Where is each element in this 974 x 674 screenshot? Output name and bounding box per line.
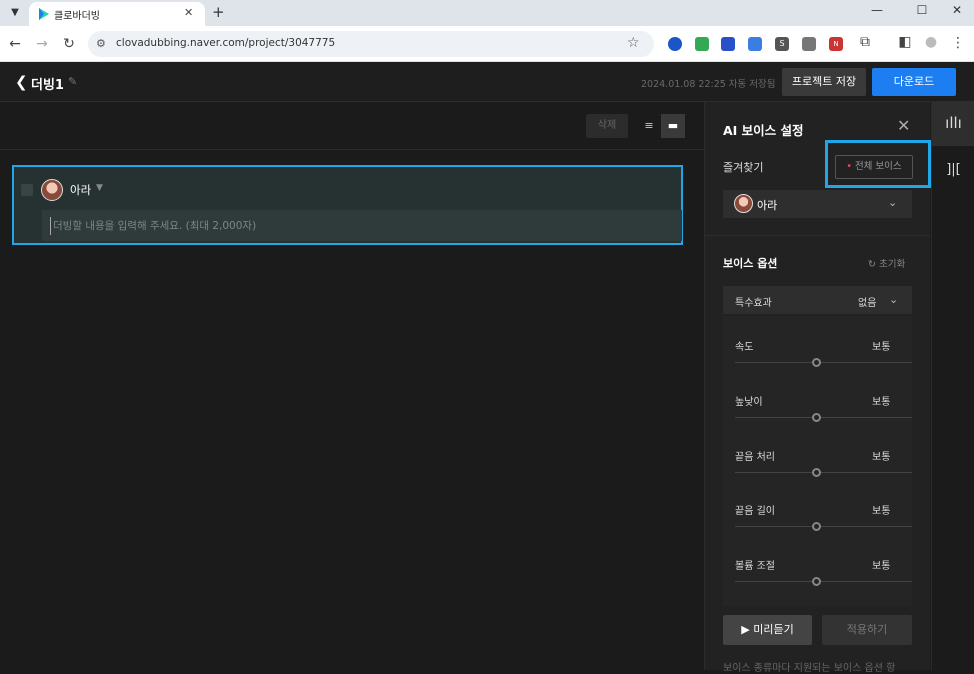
maximize-icon[interactable]: ☐ xyxy=(912,3,932,17)
option-label-ending-length: 끝음 길이 xyxy=(735,506,775,517)
extension-camera-icon[interactable] xyxy=(748,37,762,51)
browser-menu-icon[interactable]: ⋮ xyxy=(949,34,967,52)
chevron-down-icon: ⌄ xyxy=(889,293,899,306)
back-icon[interactable]: ← xyxy=(6,35,24,53)
editor-toolbar: 삭제 ≡ ▬ xyxy=(0,102,704,150)
voice-options-title: 보이스 옵션 xyxy=(723,257,778,270)
speed-slider-knob[interactable] xyxy=(812,358,821,367)
voice-avatar xyxy=(734,194,753,213)
download-button[interactable]: 다운로드 xyxy=(872,68,956,96)
reset-label: 초기화 xyxy=(878,259,906,270)
profile-avatar-icon[interactable]: ● xyxy=(922,33,940,51)
ending-length-slider-knob[interactable] xyxy=(812,522,821,531)
script-input[interactable] xyxy=(50,217,650,235)
effect-value: 없음 xyxy=(858,298,877,309)
browser-tab-bar: ▼ 클로바더빙 ✕ + — ☐ ✕ xyxy=(0,0,974,26)
close-icon[interactable]: ✕ xyxy=(897,116,910,135)
pitch-slider-knob[interactable] xyxy=(812,413,821,422)
panel-title: AI 보이스 설정 xyxy=(723,123,804,138)
save-project-button[interactable]: 프로젝트 저장 xyxy=(782,68,866,96)
divider xyxy=(705,235,930,236)
block-view-icon[interactable]: ▬ xyxy=(661,114,685,138)
block-checkbox[interactable] xyxy=(21,184,33,196)
dubbing-block[interactable]: 아라 ▼ xyxy=(12,165,683,245)
browser-tab[interactable]: 클로바더빙 ✕ xyxy=(29,2,205,26)
panel-footnote: 보이스 종류마다 지원되는 보이스 옵션 항 xyxy=(723,663,896,674)
effect-label: 특수효과 xyxy=(735,298,772,309)
preview-button[interactable]: ▶ 미리듣기 xyxy=(723,615,812,645)
clova-dubbing-favicon-icon xyxy=(39,8,49,20)
option-label-volume: 볼륨 조절 xyxy=(735,561,775,572)
special-effect-select[interactable]: 특수효과 없음 ⌄ xyxy=(723,286,912,314)
minimize-icon[interactable]: — xyxy=(867,3,887,17)
extension-blue-icon[interactable] xyxy=(721,37,735,51)
tab-search-chevron-icon[interactable]: ▼ xyxy=(6,4,24,22)
list-view-icon[interactable]: ≡ xyxy=(637,114,661,138)
bookmark-star-icon[interactable]: ☆ xyxy=(627,35,640,51)
voice-select[interactable]: 아라 ⌄ xyxy=(723,190,912,218)
voice-dropdown-caret-icon[interactable]: ▼ xyxy=(96,183,103,193)
selected-voice-name: 아라 xyxy=(757,199,778,212)
ending-slider-knob[interactable] xyxy=(812,468,821,477)
rail-voice-tab[interactable]: ıllı xyxy=(932,102,974,146)
reload-icon[interactable]: ↻ xyxy=(60,35,78,53)
extension-camera2-icon[interactable] xyxy=(802,37,816,51)
tab-close-icon[interactable]: ✕ xyxy=(184,6,193,19)
pitch-slider[interactable] xyxy=(735,417,912,418)
tab-title: 클로바더빙 xyxy=(54,11,100,22)
script-input-area xyxy=(42,210,682,241)
voice-options-list: 속도 보통 높낮이 보통 끝음 처리 보통 끝음 길이 보통 볼륨 조절 보통 xyxy=(723,316,912,606)
highlight-box xyxy=(825,140,931,188)
extension-n-icon[interactable]: N xyxy=(829,37,843,51)
ending-slider[interactable] xyxy=(735,472,912,473)
favorites-label: 즐겨찾기 xyxy=(723,161,764,174)
forward-icon[interactable]: → xyxy=(33,35,51,53)
option-label-speed: 속도 xyxy=(735,342,754,353)
chevron-down-icon: ⌄ xyxy=(888,196,898,209)
option-label-ending: 끝음 처리 xyxy=(735,452,775,463)
right-rail: ıllı ]|[ xyxy=(931,102,974,670)
new-tab-button[interactable]: + xyxy=(212,3,225,21)
back-chevron-icon[interactable]: ❮ xyxy=(15,73,28,91)
browser-toolbar: ← → ↻ ⚙ clovadubbing.naver.com/project/3… xyxy=(0,26,974,62)
voice-avatar xyxy=(41,179,63,201)
extension-shield-icon[interactable] xyxy=(668,37,682,51)
option-value-speed: 보통 xyxy=(872,342,891,353)
option-value-pitch: 보통 xyxy=(872,397,891,408)
project-title[interactable]: 더빙1 xyxy=(31,74,64,93)
option-value-ending-length: 보통 xyxy=(872,506,891,517)
volume-slider-knob[interactable] xyxy=(812,577,821,586)
edit-pencil-icon[interactable]: ✎ xyxy=(68,75,77,88)
option-value-ending: 보통 xyxy=(872,452,891,463)
split-icon[interactable]: ]|[ xyxy=(932,162,974,177)
option-label-pitch: 높낮이 xyxy=(735,397,763,408)
extension-green-icon[interactable] xyxy=(695,37,709,51)
block-voice-name[interactable]: 아라 xyxy=(70,182,91,198)
waveform-icon: ıllı xyxy=(945,114,962,132)
speed-slider[interactable] xyxy=(735,362,912,363)
close-window-icon[interactable]: ✕ xyxy=(947,3,967,17)
volume-slider[interactable] xyxy=(735,581,912,582)
extension-s-icon[interactable]: S xyxy=(775,37,789,51)
app-header: ❮ 더빙1 ✎ 2024.01.08 22:25 자동 저장됨 프로젝트 저장 … xyxy=(0,62,974,102)
ending-length-slider[interactable] xyxy=(735,526,912,527)
site-info-icon[interactable]: ⚙ xyxy=(96,37,106,50)
autosave-status: 2024.01.08 22:25 자동 저장됨 xyxy=(641,79,776,90)
reset-button[interactable]: ↻ 초기화 xyxy=(868,256,905,270)
apply-button[interactable]: 적용하기 xyxy=(822,615,912,645)
reset-icon: ↻ xyxy=(868,259,879,270)
delete-button[interactable]: 삭제 xyxy=(586,114,628,138)
sidepanel-icon[interactable]: ◧ xyxy=(896,33,914,51)
extensions-puzzle-icon[interactable]: ⧉ xyxy=(856,33,874,51)
url-text[interactable]: clovadubbing.naver.com/project/3047775 xyxy=(116,37,335,49)
option-value-volume: 보통 xyxy=(872,561,891,572)
address-bar[interactable]: ⚙ clovadubbing.naver.com/project/3047775… xyxy=(88,31,654,57)
